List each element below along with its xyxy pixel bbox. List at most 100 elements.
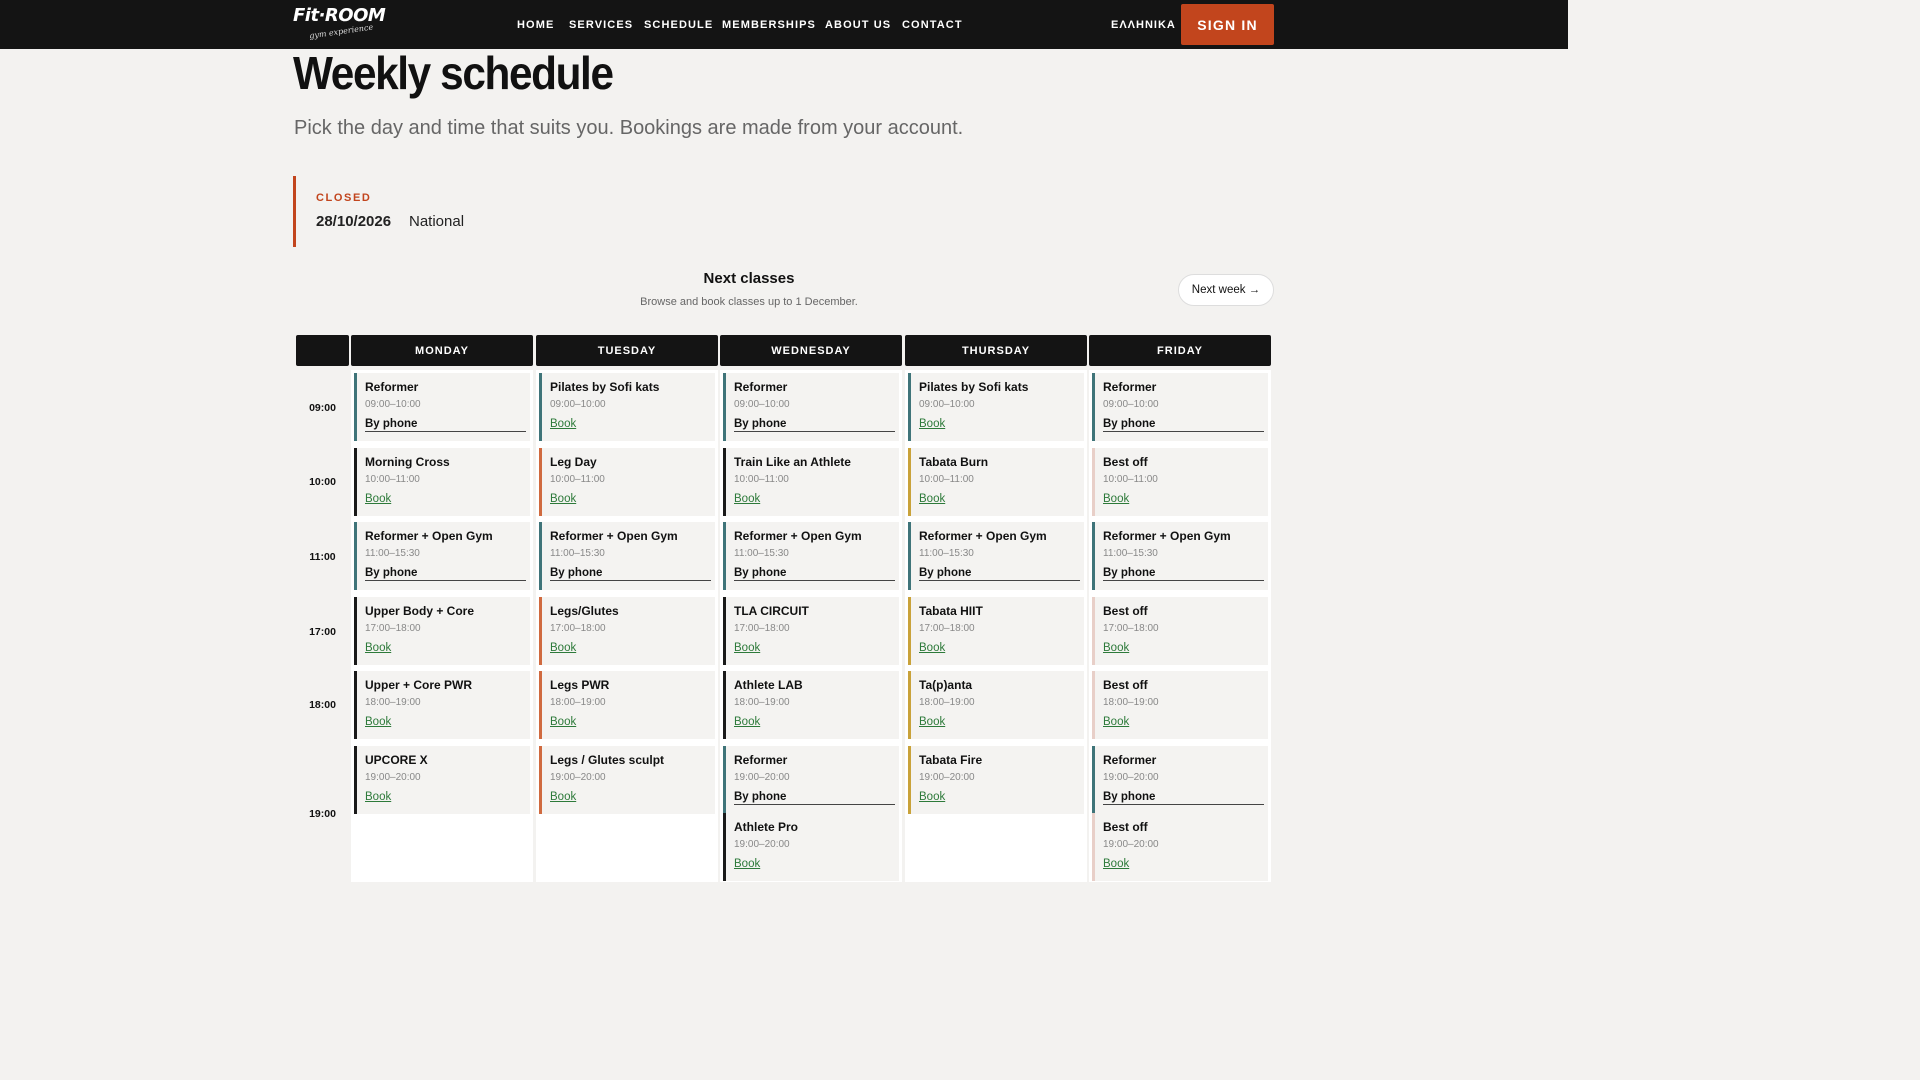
book-link[interactable]: Book [919, 493, 945, 505]
book-by-phone-link[interactable]: By phone [365, 418, 526, 432]
class-title: Best off [1103, 455, 1148, 469]
top-navbar: Fit·ROOM gym experience HOME SERVICES SC… [0, 0, 1568, 49]
class-card[interactable]: Morning Cross 10:00–11:00 Book [354, 448, 530, 516]
class-card[interactable]: Pilates by Sofi kats 09:00–10:00 Book [908, 373, 1084, 441]
book-link[interactable]: Book [734, 858, 760, 870]
class-time: 11:00–15:30 [1103, 548, 1158, 559]
book-link[interactable]: Book [734, 716, 760, 728]
book-link[interactable]: Book [550, 791, 576, 803]
language-switch[interactable]: ΕΛΛΗΝΙΚΑ [1111, 19, 1176, 31]
book-link[interactable]: Book [1103, 858, 1129, 870]
nav-about-us[interactable]: ABOUT US [825, 19, 891, 31]
class-title: Reformer + Open Gym [550, 529, 678, 543]
class-card[interactable]: Best off 17:00–18:00 Book [1092, 597, 1268, 665]
class-card[interactable]: TLA CIRCUIT 17:00–18:00 Book [723, 597, 899, 665]
class-card[interactable]: Reformer 09:00–10:00 By phone [354, 373, 530, 441]
class-card[interactable]: Athlete LAB 18:00–19:00 Book [723, 671, 899, 739]
book-by-phone-link[interactable]: By phone [365, 567, 526, 581]
class-card[interactable]: Train Like an Athlete 10:00–11:00 Book [723, 448, 899, 516]
book-by-phone-link[interactable]: By phone [1103, 418, 1264, 432]
class-card[interactable]: Legs/Glutes 17:00–18:00 Book [539, 597, 715, 665]
class-card[interactable]: Upper Body + Core 17:00–18:00 Book [354, 597, 530, 665]
class-card[interactable]: Athlete Pro 19:00–20:00 Book [723, 813, 899, 881]
class-card[interactable]: Tabata HIIT 17:00–18:00 Book [908, 597, 1084, 665]
class-title: Legs / Glutes sculpt [550, 753, 665, 767]
book-link[interactable]: Book [550, 418, 576, 430]
nav-home[interactable]: HOME [517, 19, 554, 31]
book-link[interactable]: Book [919, 418, 945, 430]
next-week-button[interactable]: Next week → [1178, 274, 1274, 306]
nav-services[interactable]: SERVICES [569, 19, 633, 31]
class-title: UPCORE X [365, 753, 428, 767]
class-time: 11:00–15:30 [919, 548, 974, 559]
class-card[interactable]: Pilates by Sofi kats 09:00–10:00 Book [539, 373, 715, 441]
nav-memberships[interactable]: MEMBERSHIPS [722, 19, 816, 31]
class-card[interactable]: Tabata Fire 19:00–20:00 Book [908, 746, 1084, 814]
time-label: 10:00 [309, 476, 336, 488]
class-title: Reformer + Open Gym [1103, 529, 1231, 543]
page-title: Weekly schedule [293, 47, 614, 99]
book-link[interactable]: Book [1103, 493, 1129, 505]
class-card[interactable]: Reformer 09:00–10:00 By phone [723, 373, 899, 441]
book-link[interactable]: Book [919, 716, 945, 728]
time-column-header [296, 335, 349, 366]
class-card[interactable]: Best off 18:00–19:00 Book [1092, 671, 1268, 739]
book-by-phone-link[interactable]: By phone [919, 567, 1080, 581]
book-link[interactable]: Book [550, 642, 576, 654]
class-card[interactable]: Reformer + Open Gym 11:00–15:30 By phone [354, 522, 530, 590]
class-title: Pilates by Sofi kats [919, 380, 1029, 394]
book-link[interactable]: Book [734, 642, 760, 654]
class-card[interactable]: Reformer + Open Gym 11:00–15:30 By phone [539, 522, 715, 590]
class-title: Reformer [734, 380, 788, 394]
book-link[interactable]: Book [550, 493, 576, 505]
logo-wordmark: Fit·ROOM [293, 5, 386, 26]
sign-in-button[interactable]: SIGN IN [1181, 4, 1274, 45]
class-title: Reformer + Open Gym [734, 529, 862, 543]
class-card[interactable]: Leg Day 10:00–11:00 Book [539, 448, 715, 516]
book-link[interactable]: Book [1103, 716, 1129, 728]
class-card[interactable]: Legs / Glutes sculpt 19:00–20:00 Book [539, 746, 715, 814]
book-link[interactable]: Book [919, 791, 945, 803]
class-card[interactable]: Tabata Burn 10:00–11:00 Book [908, 448, 1084, 516]
class-card[interactable]: Reformer 09:00–10:00 By phone [1092, 373, 1268, 441]
book-link[interactable]: Book [734, 493, 760, 505]
book-by-phone-link[interactable]: By phone [734, 567, 895, 581]
class-title: Legs PWR [550, 678, 610, 692]
book-by-phone-link[interactable]: By phone [734, 418, 895, 432]
class-time: 10:00–11:00 [550, 474, 605, 485]
book-by-phone-link[interactable]: By phone [734, 791, 895, 805]
book-link[interactable]: Book [365, 642, 391, 654]
class-card[interactable]: Best off 10:00–11:00 Book [1092, 448, 1268, 516]
class-title: Ta(p)anta [919, 678, 973, 692]
class-title: Upper Body + Core [365, 604, 475, 618]
class-card[interactable]: Ta(p)anta 18:00–19:00 Book [908, 671, 1084, 739]
book-by-phone-link[interactable]: By phone [550, 567, 711, 581]
book-link[interactable]: Book [365, 791, 391, 803]
book-link[interactable]: Book [550, 716, 576, 728]
book-link[interactable]: Book [365, 493, 391, 505]
book-link[interactable]: Book [1103, 642, 1129, 654]
fitroom-logo[interactable]: Fit·ROOM gym experience [293, 5, 386, 42]
class-time: 10:00–11:00 [919, 474, 974, 485]
nav-contact[interactable]: CONTACT [902, 19, 963, 31]
class-card[interactable]: Upper + Core PWR 18:00–19:00 Book [354, 671, 530, 739]
nav-schedule[interactable]: SCHEDULE [644, 19, 713, 31]
class-time: 18:00–19:00 [919, 697, 975, 708]
class-card[interactable]: Reformer 19:00–20:00 By phone [1092, 746, 1268, 814]
class-card[interactable]: UPCORE X 19:00–20:00 Book [354, 746, 530, 814]
class-card[interactable]: Reformer + Open Gym 11:00–15:30 By phone [1092, 522, 1268, 590]
class-card[interactable]: Reformer 19:00–20:00 By phone [723, 746, 899, 814]
book-link[interactable]: Book [919, 642, 945, 654]
class-time: 09:00–10:00 [1103, 399, 1159, 410]
book-link[interactable]: Book [365, 716, 391, 728]
class-card[interactable]: Legs PWR 18:00–19:00 Book [539, 671, 715, 739]
class-card[interactable]: Reformer + Open Gym 11:00–15:30 By phone [908, 522, 1084, 590]
class-title: Reformer [1103, 753, 1157, 767]
class-time: 17:00–18:00 [550, 623, 606, 634]
class-time: 17:00–18:00 [734, 623, 790, 634]
class-title: Legs/Glutes [550, 604, 619, 618]
book-by-phone-link[interactable]: By phone [1103, 791, 1264, 805]
book-by-phone-link[interactable]: By phone [1103, 567, 1264, 581]
class-card[interactable]: Reformer + Open Gym 11:00–15:30 By phone [723, 522, 899, 590]
class-card[interactable]: Best off 19:00–20:00 Book [1092, 813, 1268, 881]
